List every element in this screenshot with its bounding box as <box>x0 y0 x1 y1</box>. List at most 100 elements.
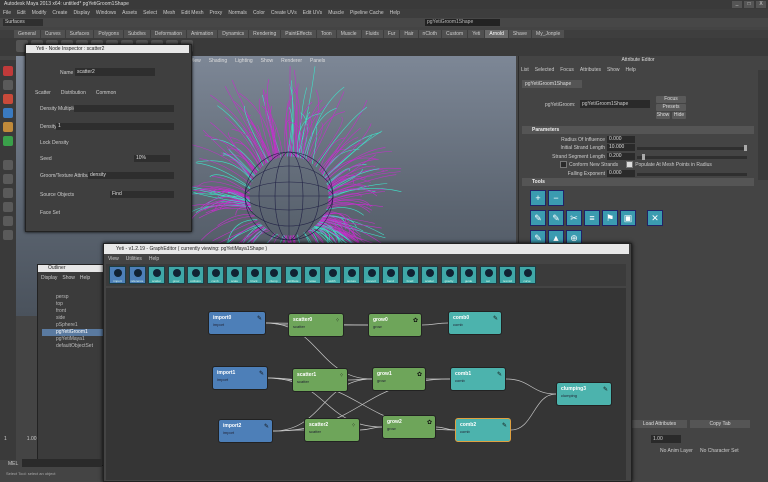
groom-tool-icon[interactable]: ✎ <box>548 210 564 226</box>
node-name-input[interactable]: scatter2 <box>75 68 155 76</box>
close-button[interactable]: X <box>756 1 766 8</box>
graph-tool-scatter-button[interactable]: scatter <box>148 266 165 284</box>
groom-tool-icon[interactable]: ✎ <box>530 210 546 226</box>
viewport-menu-item[interactable]: Lighting <box>235 58 253 64</box>
maximize-button[interactable]: □ <box>744 1 754 8</box>
graph-tool-convert-button[interactable]: convert <box>363 266 380 284</box>
conform-strands-checkbox[interactable]: Conform New Strands <box>560 161 618 168</box>
param-value-field[interactable]: 0.200 <box>607 153 635 160</box>
shelf-tab[interactable]: General <box>14 30 40 38</box>
attr-menu-item[interactable]: List <box>521 67 529 73</box>
graph-node-grow0[interactable]: grow0grow✿ <box>368 313 422 337</box>
shelf-tab[interactable]: Dynamics <box>218 30 248 38</box>
menu-item-15[interactable]: Muscle <box>328 9 344 18</box>
graph-tool-guide-button[interactable]: guide <box>460 266 477 284</box>
shelf-tab[interactable]: PaintEffects <box>281 30 316 38</box>
seed-field[interactable]: 10% <box>134 155 170 162</box>
attr-menu-item[interactable]: Focus <box>560 67 574 73</box>
shelf-tab[interactable]: nCloth <box>419 30 441 38</box>
param-value-field[interactable]: 0.000 <box>607 170 635 177</box>
graph-node-import0[interactable]: import0import✎ <box>208 311 266 335</box>
graph-tool-reference-button[interactable]: reference <box>129 266 146 284</box>
graph-menu-utilities[interactable]: Utilities <box>126 256 142 262</box>
outliner-menu-show[interactable]: Show <box>62 275 75 281</box>
minimize-button[interactable]: _ <box>732 1 742 8</box>
graph-menu-help[interactable]: Help <box>149 256 159 262</box>
graph-tool-block-button[interactable]: block <box>246 266 263 284</box>
attr-menu-item[interactable]: Attributes <box>580 67 601 73</box>
graph-tool-texture-button[interactable]: texture <box>343 266 360 284</box>
outliner-item[interactable]: persp <box>42 294 110 301</box>
graph-node-grow2[interactable]: grow2grow✿ <box>382 415 436 439</box>
graph-node-comb0[interactable]: comb0comb✎ <box>448 311 502 335</box>
character-set-dropdown[interactable]: No Character Set <box>700 448 739 454</box>
outliner-item[interactable]: pgYetiGroom1 <box>42 329 110 336</box>
menu-set-dropdown[interactable]: Surfaces <box>3 19 43 26</box>
graph-node-scatter1[interactable]: scatter1scatter⁘ <box>292 368 348 392</box>
groom-tool-icon[interactable]: ▣ <box>620 210 636 226</box>
outliner-item[interactable]: top <box>42 301 110 308</box>
shelf-tab[interactable]: Surfaces <box>66 30 94 38</box>
load-attributes-button[interactable]: Load Attributes <box>632 420 687 428</box>
groom-tool-icon[interactable]: ✂ <box>566 210 582 226</box>
shelf-tab[interactable]: Fur <box>384 30 400 38</box>
shelf-tab[interactable]: Muscle <box>337 30 361 38</box>
graph-tool-comb-button[interactable]: comb <box>207 266 224 284</box>
copy-tab-button[interactable]: Copy Tab <box>690 420 750 428</box>
slider-knob[interactable] <box>642 154 645 160</box>
graph-tool-scale-button[interactable]: scale <box>226 266 243 284</box>
menu-item-12[interactable]: Color <box>253 9 265 18</box>
layout-graph-icon[interactable] <box>3 216 13 226</box>
menu-item-8[interactable]: Mesh <box>163 9 175 18</box>
layout-two-icon[interactable] <box>3 188 13 198</box>
outliner-menu-display[interactable]: Display <box>41 275 57 281</box>
attr-menu-item[interactable]: Show <box>607 67 620 73</box>
groom-tool-icon[interactable]: ✕ <box>647 210 663 226</box>
groom-attribute-field[interactable]: density <box>88 172 174 179</box>
menu-item-17[interactable]: Help <box>390 9 400 18</box>
outliner-item[interactable]: defaultObjectSet <box>42 343 110 350</box>
outliner-item[interactable]: pSphere1 <box>42 322 110 329</box>
shelf-tab[interactable]: My_Jonple <box>532 30 564 38</box>
show-button[interactable]: Show <box>656 112 670 119</box>
menu-item-11[interactable]: Normals <box>228 9 247 18</box>
graph-tool-collision-button[interactable]: collision <box>187 266 204 284</box>
node-graph-canvas[interactable] <box>106 288 626 480</box>
graph-node-scatter0[interactable]: scatter0scatter⁘ <box>288 313 344 337</box>
menu-item-14[interactable]: Edit UVs <box>303 9 322 18</box>
menu-item-13[interactable]: Create UVs <box>271 9 297 18</box>
menu-item-5[interactable]: Windows <box>96 9 116 18</box>
hide-button[interactable]: Hide <box>672 112 686 119</box>
scale-tool-icon[interactable] <box>3 136 13 146</box>
outliner-item[interactable]: front <box>42 308 110 315</box>
graph-tool-gravity-button[interactable]: gravity <box>441 266 458 284</box>
shelf-tab[interactable]: Subdivs <box>124 30 150 38</box>
shelf-tab[interactable]: Hair <box>400 30 417 38</box>
shelf-tab[interactable]: Animation <box>187 30 217 38</box>
side-tabs[interactable] <box>758 70 768 180</box>
node-name-field[interactable]: pgYetiGroom1Shape <box>580 100 650 108</box>
shelf-tab[interactable]: Arnold <box>485 30 507 38</box>
frame-field[interactable]: 1.00 <box>651 435 681 443</box>
graph-tool-grow-button[interactable]: grow <box>168 266 185 284</box>
outliner-item[interactable]: pgYetiMaya1 <box>42 336 110 343</box>
menu-item-16[interactable]: Pipeline Cache <box>350 9 384 18</box>
tab-distribution[interactable]: Distribution <box>61 90 86 96</box>
groom-tool-icon[interactable]: − <box>548 190 564 206</box>
anim-layer-dropdown[interactable]: No Anim Layer <box>660 448 693 454</box>
graph-tool-set-button[interactable]: set <box>480 266 497 284</box>
move-tool-icon[interactable] <box>3 108 13 118</box>
shelf-tab[interactable]: Yeti <box>468 30 484 38</box>
parameters-section-header[interactable]: Parameters <box>522 126 754 134</box>
populate-checkbox[interactable]: Populate At Mesh Points in Radius <box>626 161 712 168</box>
graph-tool-width-button[interactable]: width <box>324 266 341 284</box>
graph-menu-view[interactable]: View <box>108 256 119 262</box>
range-start[interactable]: 1 <box>4 436 7 442</box>
param-value-field[interactable]: 0.000 <box>607 136 635 143</box>
tab-common[interactable]: Common <box>96 90 116 96</box>
density-field[interactable]: 1 <box>56 123 174 130</box>
shelf-tab[interactable]: Polygons <box>94 30 123 38</box>
menu-item-2[interactable]: Modify <box>32 9 47 18</box>
outliner-item[interactable]: side <box>42 315 110 322</box>
menu-item-1[interactable]: Edit <box>17 9 26 18</box>
